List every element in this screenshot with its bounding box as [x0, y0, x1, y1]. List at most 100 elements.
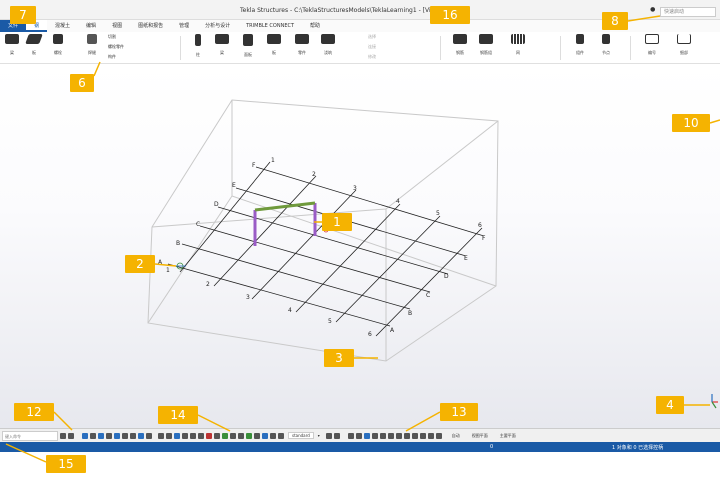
select-all-icon[interactable] [90, 432, 96, 439]
ribbon-concrete-beam-button[interactable]: 梁 [210, 34, 234, 56]
select-cuts-icon[interactable] [138, 432, 144, 439]
selection-filter-dropdown[interactable]: standard [288, 432, 314, 439]
select-phase-icon[interactable] [270, 432, 276, 439]
ribbon-component-button[interactable]: 组件 [568, 34, 592, 56]
select-points-icon[interactable] [114, 432, 120, 439]
snap-axis-icon[interactable] [419, 432, 426, 439]
ribbon-connection-button[interactable]: 节点 [594, 34, 618, 56]
callout-3: 3 [324, 349, 354, 367]
select-views-icon[interactable] [146, 432, 152, 439]
ribbon-plate-button[interactable]: 板 [22, 34, 46, 56]
command-input[interactable]: 键入命令 [2, 430, 58, 441]
select-distances-icon[interactable] [190, 432, 196, 439]
part-icon [295, 34, 309, 44]
below-area [0, 452, 720, 480]
select-grids-icon[interactable] [122, 432, 128, 439]
ribbon-pour-button[interactable]: 浇筑 [316, 34, 340, 56]
ribbon-separator [180, 36, 181, 60]
ribbon-bolt-parts[interactable]: 螺栓零件 [108, 44, 124, 50]
callout-15: 15 [46, 455, 86, 473]
main-plane-dropdown[interactable]: 主要平面 [500, 433, 516, 439]
tab-edit[interactable]: 编辑 [78, 20, 104, 32]
ribbon-connect[interactable]: 连接 [368, 44, 376, 50]
grid-label-4: 4 [396, 198, 400, 205]
select-assembly-icon[interactable] [222, 432, 228, 439]
callout-12: 12 [14, 403, 54, 421]
model-viewport[interactable]: A B C D E F A B C D E F 1 2 3 4 5 6 1 2 … [0, 64, 720, 428]
auto-dropdown[interactable]: 自动 [452, 433, 460, 439]
quick-launch-input[interactable]: 快速启动 [660, 7, 716, 17]
select-lock-icon[interactable] [254, 432, 260, 439]
ribbon-assembly[interactable]: 构件 [108, 54, 116, 60]
ribbon-slab-button[interactable]: 板 [262, 34, 286, 56]
ribbon-panel-button[interactable]: 面板 [236, 34, 260, 58]
snap-plane-icon[interactable] [435, 432, 442, 439]
tab-drawings[interactable]: 图纸和报告 [130, 20, 171, 32]
snap-perp-icon[interactable] [387, 432, 394, 439]
ribbon-beam-button[interactable]: 梁 [0, 34, 24, 56]
select-rebar-icon[interactable] [174, 432, 180, 439]
snap-free-icon[interactable] [411, 432, 418, 439]
tab-trimble-connect[interactable]: TRIMBLE CONNECT [238, 20, 302, 32]
snap-mid-icon[interactable] [363, 432, 370, 439]
snap-grid-icon[interactable] [347, 432, 354, 439]
select-loads-icon[interactable] [198, 432, 204, 439]
ribbon-cut[interactable]: 切割 [108, 34, 116, 40]
status-center: 0 [490, 444, 494, 450]
snap-icon[interactable] [333, 432, 340, 439]
ribbon: 梁 板 螺栓 焊缝 切割 螺栓零件 构件 柱 梁 面板 板 零件 浇筑 选择 连… [0, 32, 720, 64]
filter-dropdown-arrow[interactable]: ▾ [318, 433, 320, 438]
ribbon-mesh-button[interactable]: 网 [506, 34, 530, 56]
zoom-icon[interactable] [68, 432, 74, 439]
select-components-icon[interactable] [166, 432, 172, 439]
select-parts-icon[interactable] [98, 432, 104, 439]
ribbon-separator [630, 36, 631, 60]
select-welds-icon[interactable] [130, 432, 136, 439]
snap-nearest-icon[interactable] [403, 432, 410, 439]
tab-manage[interactable]: 管理 [171, 20, 197, 32]
select-tag-icon[interactable] [262, 432, 268, 439]
snap-ortho-icon[interactable] [427, 432, 434, 439]
search-icon[interactable] [60, 432, 66, 439]
select-reference-icon[interactable] [206, 432, 212, 439]
select-object-icon[interactable] [230, 432, 236, 439]
ribbon-weld-button[interactable]: 焊缝 [80, 34, 104, 56]
tab-analysis[interactable]: 分析与设计 [197, 20, 238, 32]
select-filter-icon[interactable] [246, 432, 252, 439]
snap-end-icon[interactable] [355, 432, 362, 439]
snap-center-icon[interactable] [371, 432, 378, 439]
select-group-icon[interactable] [238, 432, 244, 439]
grid-label-e-end: E [464, 255, 468, 262]
snap-line-icon[interactable] [395, 432, 402, 439]
view-plane-dropdown[interactable]: 视图平面 [472, 433, 488, 439]
tab-help[interactable]: 帮助 [302, 20, 328, 32]
snap-intersect-icon[interactable] [379, 432, 386, 439]
tab-concrete[interactable]: 混凝土 [47, 20, 78, 32]
ribbon-column-button[interactable]: 柱 [186, 34, 210, 58]
grid-label-1-end: 1 [166, 267, 170, 274]
grid-label-b: B [176, 240, 180, 247]
status-bar: 0 1 对象和 0 已选择控柄 [0, 442, 720, 452]
model-canvas[interactable]: A B C D E F A B C D E F 1 2 3 4 5 6 1 2 … [0, 64, 720, 428]
phone-icon[interactable] [278, 432, 284, 439]
select-icon[interactable] [82, 432, 88, 439]
select-surfaces-icon[interactable] [106, 432, 112, 439]
help-icon[interactable]: ● [650, 6, 655, 13]
ribbon-part-button[interactable]: 零件 [290, 34, 314, 56]
ribbon-numbering-button[interactable]: 编号 [640, 34, 664, 56]
ribbon-select[interactable]: 选择 [368, 34, 376, 40]
grid-label-d: D [214, 201, 219, 208]
tab-view[interactable]: 视图 [104, 20, 130, 32]
select-planes-icon[interactable] [182, 432, 188, 439]
gear-icon[interactable] [325, 432, 332, 439]
ribbon-rebar-set-button[interactable]: 钢筋组 [474, 34, 498, 56]
select-pour-icon[interactable] [214, 432, 220, 439]
grid-label-a: A [158, 259, 163, 266]
ribbon-modify[interactable]: 修改 [368, 54, 376, 60]
ribbon-detail-button[interactable]: 细部 [672, 34, 696, 56]
pour-icon [321, 34, 335, 44]
grid-label-6-end: 6 [368, 331, 372, 338]
select-bolts-icon[interactable] [158, 432, 164, 439]
ribbon-rebar-button[interactable]: 钢筋 [448, 34, 472, 56]
ribbon-bolt-button[interactable]: 螺栓 [46, 34, 70, 56]
